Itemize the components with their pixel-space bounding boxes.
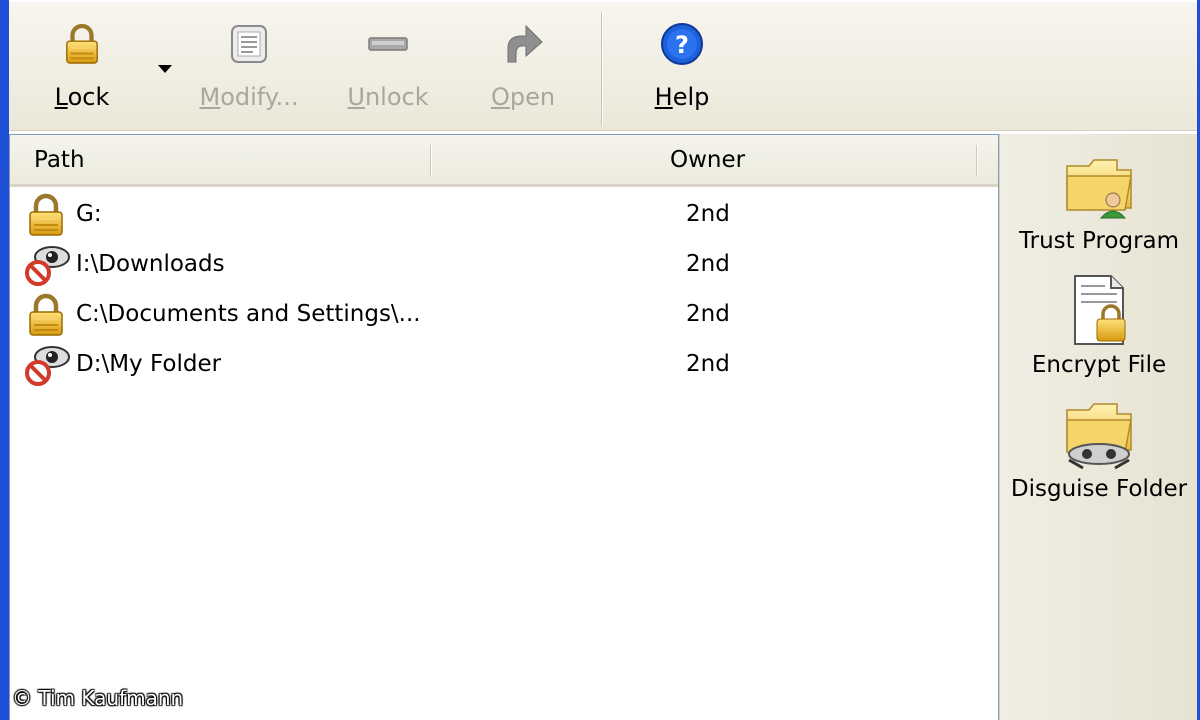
modify-button[interactable]: Modify... (189, 20, 309, 120)
help-label: Help (654, 83, 710, 111)
lock-label: Lock (54, 83, 110, 111)
open-button[interactable]: Open (485, 20, 561, 120)
unlock-icon (366, 20, 410, 68)
window-border-left (0, 0, 9, 720)
padlock-icon (60, 20, 104, 68)
unlock-button[interactable]: Unlock (345, 20, 431, 120)
list-item[interactable]: I:\Downloads 2nd (10, 239, 998, 289)
modify-label: Modify... (199, 83, 299, 111)
help-button[interactable]: ? Help (649, 20, 715, 120)
item-path: C:\Documents and Settings\... (76, 301, 421, 327)
item-path: I:\Downloads (76, 251, 225, 277)
list-item[interactable]: D:\My Folder 2nd (10, 339, 998, 389)
encrypted-file-icon (1074, 275, 1126, 345)
unlock-label: Unlock (347, 83, 429, 111)
trust-program-label: Trust Program (1018, 228, 1180, 254)
item-owner: 2nd (686, 301, 730, 327)
list-header: Path Owner (10, 135, 998, 187)
disguised-folder-icon (1066, 403, 1132, 470)
column-header-path[interactable]: Path (34, 135, 414, 184)
hidden-eye-icon (24, 243, 70, 287)
list-item[interactable]: C:\Documents and Settings\... 2nd (10, 289, 998, 339)
lock-dropdown-arrow[interactable] (155, 62, 175, 76)
toolbar: Lock Modify... Unlock Open ? Help (9, 2, 1197, 131)
tasks-pane: Trust Program Encrypt File Disguise Fold… (999, 134, 1197, 720)
item-owner: 2nd (686, 251, 730, 277)
encrypt-file-label: Encrypt File (1031, 352, 1167, 378)
item-owner: 2nd (686, 201, 730, 227)
svg-text:?: ? (675, 31, 689, 59)
trusted-folder-icon (1066, 159, 1132, 219)
trust-program-button[interactable]: Trust Program (1000, 148, 1198, 254)
disguise-folder-button[interactable]: Disguise Folder (1000, 396, 1198, 502)
document-icon (227, 20, 271, 68)
padlock-icon (24, 193, 70, 237)
column-divider[interactable] (430, 145, 432, 177)
help-icon: ? (660, 20, 704, 68)
lock-button[interactable]: Lock (47, 20, 117, 120)
padlock-icon (24, 293, 70, 337)
caret-down-icon (158, 65, 172, 73)
column-divider[interactable] (976, 145, 978, 177)
arrow-icon (501, 20, 545, 68)
column-header-owner[interactable]: Owner (670, 135, 790, 184)
encrypt-file-button[interactable]: Encrypt File (1000, 272, 1198, 378)
copyright-watermark: © Tim Kaufmann (12, 686, 184, 710)
item-owner: 2nd (686, 351, 730, 377)
disguise-folder-label: Disguise Folder (1010, 476, 1188, 502)
protected-items-list[interactable]: Path Owner G: 2nd I:\Downloads 2nd C:\Do… (9, 134, 999, 720)
item-path: D:\My Folder (76, 351, 222, 377)
toolbar-separator (601, 12, 603, 126)
hidden-eye-icon (24, 343, 70, 387)
open-label: Open (490, 83, 556, 111)
item-path: G: (76, 201, 102, 227)
list-item[interactable]: G: 2nd (10, 189, 998, 239)
